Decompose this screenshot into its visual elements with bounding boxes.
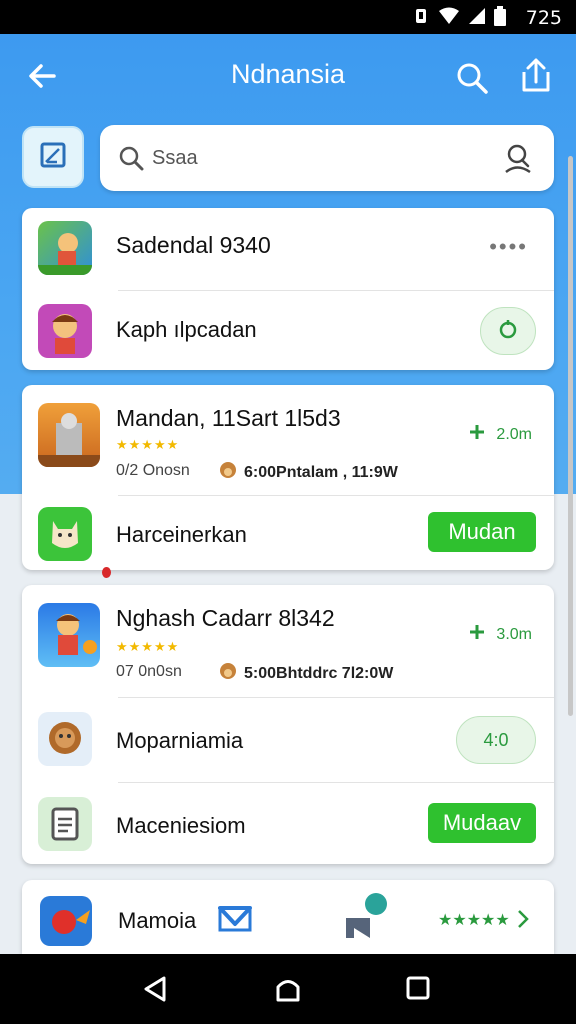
battery-icon	[494, 6, 506, 31]
app-meta: 5:00Bhtddrc 7l2:0W	[218, 661, 393, 686]
image-filter-button[interactable]	[22, 126, 84, 188]
list-item[interactable]: Kaph ılpcadan	[22, 291, 554, 370]
signal-icon	[468, 7, 486, 30]
wifi-icon	[438, 7, 460, 30]
chevron-right-icon[interactable]	[516, 908, 530, 935]
back-nav-icon[interactable]	[140, 974, 170, 1009]
app-name: Mandan, 11Sart 1l5d3	[116, 405, 341, 431]
list-item[interactable]: Maceniesiom Mudaav	[22, 783, 554, 864]
bird-app-icon	[40, 896, 92, 946]
mail-icon[interactable]	[218, 902, 252, 939]
rating-stars: ★★★★★	[116, 639, 180, 654]
timer-button-label: 4:0	[483, 729, 509, 750]
app-card-2: Mandan, 11Sart 1l5d3 ★★★★★ 0/2 Onosn 6:0…	[22, 385, 554, 570]
share-icon[interactable]	[518, 56, 554, 99]
recents-nav-icon[interactable]	[404, 974, 432, 1007]
refresh-button[interactable]	[480, 307, 536, 355]
search-icon[interactable]	[454, 60, 490, 101]
refresh-icon	[497, 318, 519, 345]
scrollbar[interactable]	[568, 156, 573, 716]
search-field-icon	[118, 145, 144, 176]
app-name: Sadendal 9340	[116, 232, 271, 258]
cat-app-icon	[38, 507, 92, 561]
document-app-icon	[38, 797, 92, 851]
app-meta-text: 6:00Pntalam , 11:9W	[244, 463, 398, 481]
download-count: 2.0m	[468, 423, 532, 446]
list-item[interactable]: Mandan, 11Sart 1l5d3 ★★★★★ 0/2 Onosn 6:0…	[22, 385, 554, 495]
app-name: Harceinerkan	[116, 522, 247, 547]
app-card-3: Nghash Cadarr 8l342 ★★★★★ 07 0n0sn 5:00B…	[22, 585, 554, 864]
gear-character-icon	[38, 712, 92, 766]
app-name: Moparniamia	[116, 728, 244, 753]
game-app-icon	[38, 221, 92, 275]
more-options-icon[interactable]: ••••	[489, 234, 528, 260]
timer-button[interactable]: 4:0	[456, 716, 536, 764]
vibrate-icon	[412, 7, 430, 30]
image-icon	[39, 141, 67, 174]
app-name: Nghash Cadarr 8l342	[116, 605, 335, 631]
monkey-icon	[218, 661, 238, 686]
search-bar[interactable]: Ssaa	[100, 125, 554, 191]
download-count-text: 3.0m	[496, 625, 532, 643]
list-item[interactable]: Harceinerkan Mudan	[22, 496, 554, 570]
app-size: 07 0n0sn	[116, 663, 182, 680]
app-name: Mamoia	[118, 908, 197, 933]
download-count: 3.0m	[468, 623, 532, 646]
location-pin-marker	[102, 567, 111, 578]
app-card-1: Sadendal 9340 •••• Kaph ılpcadan	[22, 208, 554, 370]
plus-icon	[468, 423, 486, 446]
share-badge-icon[interactable]	[340, 890, 392, 945]
list-item[interactable]: Moparniamia 4:0	[22, 698, 554, 782]
plus-icon	[468, 623, 486, 646]
app-size: 0/2 Onosn	[116, 462, 190, 479]
app-name: Kaph ılpcadan	[116, 317, 257, 342]
hero-game-icon	[38, 603, 100, 667]
castle-game-icon	[38, 403, 100, 467]
monkey-icon	[218, 460, 238, 485]
search-input[interactable]: Ssaa	[152, 147, 198, 170]
rating-stars: ★★★★★	[116, 437, 180, 452]
rating-stars: ★★★★★	[438, 912, 510, 929]
install-button[interactable]: Mudaav	[428, 803, 536, 843]
app-meta-text: 5:00Bhtddrc 7l2:0W	[244, 664, 394, 682]
install-button[interactable]: Mudan	[428, 512, 536, 552]
list-item[interactable]: Sadendal 9340 ••••	[22, 208, 554, 290]
character-app-icon	[38, 304, 92, 358]
app-card-4[interactable]: Mamoia ★★★★★	[22, 880, 554, 954]
status-time: 725	[525, 7, 562, 29]
system-nav-bar	[0, 954, 576, 1024]
app-meta: 6:00Pntalam , 11:9W	[218, 460, 398, 485]
status-bar: 725	[0, 0, 576, 34]
list-item[interactable]: Nghash Cadarr 8l342 ★★★★★ 07 0n0sn 5:00B…	[22, 585, 554, 697]
home-nav-icon[interactable]	[272, 974, 304, 1011]
download-count-text: 2.0m	[496, 425, 532, 443]
app-name: Maceniesiom	[116, 813, 246, 838]
user-search-icon[interactable]	[502, 141, 534, 180]
